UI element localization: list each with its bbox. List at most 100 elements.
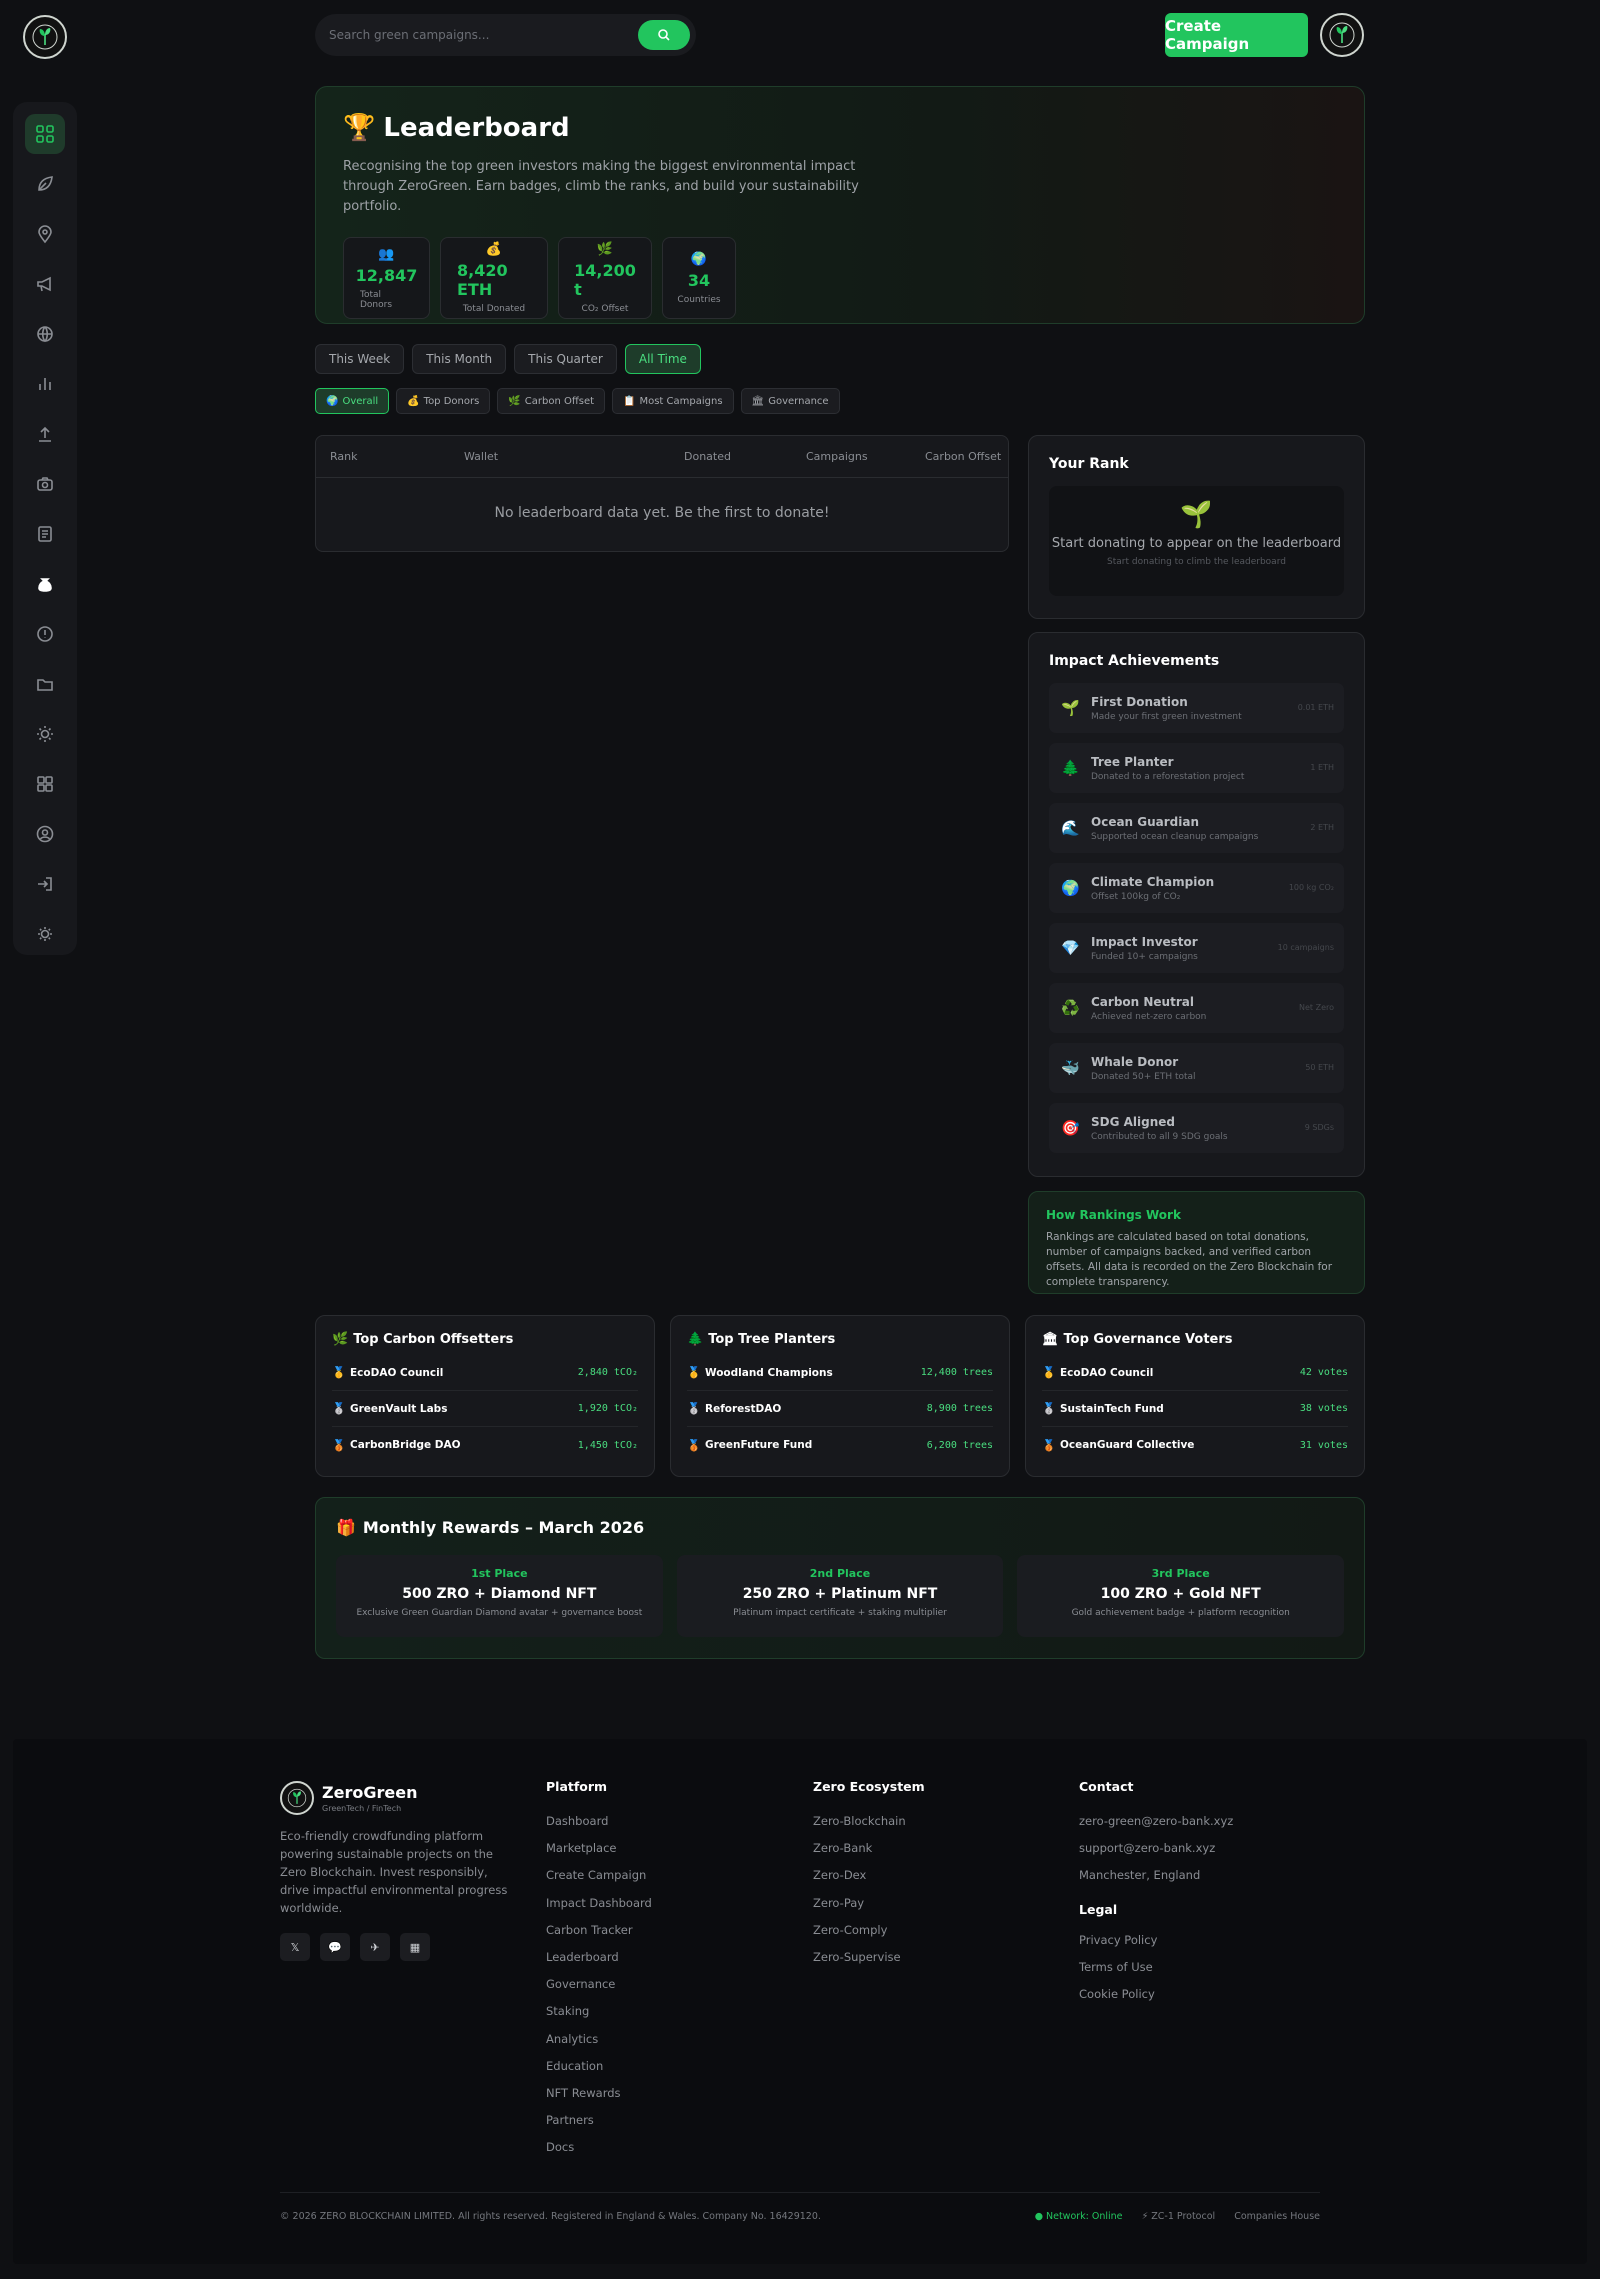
sidebar-item-upload[interactable] [25,414,65,454]
sidebar-item-dashboard[interactable] [25,114,65,154]
grid-icon [36,125,54,143]
footer-link-staking[interactable]: Staking [546,2004,652,2031]
sidebar-item-theme[interactable] [25,914,65,954]
footer-link-cookie-policy[interactable]: Cookie Policy [1079,1987,1233,2014]
footer-link-leaderboard[interactable]: Leaderboard [546,1950,652,1977]
footer-link-privacy-policy[interactable]: Privacy Policy [1079,1933,1233,1960]
list-item[interactable]: 🥉 CarbonBridge DAO 1,450 tCO₂ [332,1427,638,1463]
sidebar-item-apps[interactable] [25,764,65,804]
footer-link-zero-supervise[interactable]: Zero-Supervise [813,1950,925,1977]
achievement-climate-champion[interactable]: 🌍 Climate Champion Offset 100kg of CO₂ 10… [1049,863,1344,913]
table-header: Rank Wallet Donated Campaigns Carbon Off… [316,436,1008,478]
search-button[interactable] [638,20,690,50]
achievement-whale-donor[interactable]: 🐳 Whale Donor Donated 50+ ETH total 50 ET… [1049,1043,1344,1093]
footer-link-support-zero-bank-xyz[interactable]: support@zero-bank.xyz [1079,1841,1233,1868]
x-social-icon[interactable]: 𝕏 [280,1933,310,1961]
list-item[interactable]: 🥈 SustainTech Fund 38 votes [1042,1391,1348,1427]
search-input[interactable] [329,28,638,42]
keyboard-social-icon[interactable]: ▦ [400,1933,430,1961]
list-item[interactable]: 🥉 GreenFuture Fund 6,200 trees [687,1427,993,1463]
seedling-icon: 🌱 [1180,500,1213,530]
avatar[interactable] [1320,13,1364,57]
tab-this-quarter[interactable]: This Quarter [514,344,617,374]
sidebar-item-moneybag[interactable] [25,564,65,604]
list-item[interactable]: 🥉 OceanGuard Collective 31 votes [1042,1427,1348,1463]
sidebar-item-login[interactable] [25,864,65,904]
create-campaign-button[interactable]: Create Campaign [1165,13,1308,57]
tab-this-week[interactable]: This Week [315,344,405,374]
achievement-requirement: 0.01 ETH [1297,703,1334,712]
footer-link-terms-of-use[interactable]: Terms of Use [1079,1960,1233,1987]
footer-link-create-campaign[interactable]: Create Campaign [546,1868,652,1895]
sidebar-item-leaf[interactable] [25,164,65,204]
how-rankings-work: How Rankings Work Rankings are calculate… [1028,1191,1365,1294]
sidebar-item-receipt[interactable] [25,514,65,554]
footer-link-zero-blockchain[interactable]: Zero-Blockchain [813,1814,925,1841]
column-carbon-offset[interactable]: Carbon Offset [925,450,1001,463]
footer-link-dashboard[interactable]: Dashboard [546,1814,652,1841]
leaf-logo-icon [32,24,58,50]
tab-governance[interactable]: 🏛 Governance [740,388,840,414]
footer-link-zero-pay[interactable]: Zero-Pay [813,1896,925,1923]
sidebar-item-profile[interactable] [25,814,65,854]
footer-link-education[interactable]: Education [546,2059,652,2086]
companies-house-link[interactable]: Companies House [1234,2211,1320,2222]
footer-link-nft-rewards[interactable]: NFT Rewards [546,2086,652,2113]
footer-link-analytics[interactable]: Analytics [546,2032,652,2059]
footer-link-impact-dashboard[interactable]: Impact Dashboard [546,1896,652,1923]
achievement-first-donation[interactable]: 🌱 First Donation Made your first green in… [1049,683,1344,733]
tab-most-campaigns[interactable]: 📋 Most Campaigns [612,388,734,414]
column-donated[interactable]: Donated [684,450,731,463]
megaphone-icon [37,276,51,292]
achievement-ocean-guardian[interactable]: 🌊 Ocean Guardian Supported ocean cleanup … [1049,803,1344,853]
hero-description: Recognising the top green investors maki… [343,159,859,214]
footer-logo[interactable] [280,1781,314,1815]
medal-icon: 🥈 [332,1402,346,1415]
footer-link-zero-dex[interactable]: Zero-Dex [813,1868,925,1895]
achievement-impact-investor[interactable]: 💎 Impact Investor Funded 10+ campaigns 10… [1049,923,1344,973]
footer-link-zero-comply[interactable]: Zero-Comply [813,1923,925,1950]
footer-link-docs[interactable]: Docs [546,2140,652,2167]
footer-link-zero-green-zero-bank-xyz[interactable]: zero-green@zero-bank.xyz [1079,1814,1233,1841]
footer-link-zero-bank[interactable]: Zero-Bank [813,1841,925,1868]
list-item[interactable]: 🥈 GreenVault Labs 1,920 tCO₂ [332,1391,638,1427]
sidebar-item-analytics[interactable] [25,364,65,404]
app-logo[interactable] [23,15,67,59]
chat-social-icon[interactable]: 💬 [320,1933,350,1961]
sidebar-item-folder[interactable] [25,664,65,704]
list-item[interactable]: 🥇 EcoDAO Council 2,840 tCO₂ [332,1355,638,1391]
tab-carbon-offset[interactable]: 🌿 Carbon Offset [497,388,606,414]
footer-link-marketplace[interactable]: Marketplace [546,1841,652,1868]
protocol-link[interactable]: ⚡ ZC-1 Protocol [1142,2211,1216,2222]
sidebar-item-info[interactable] [25,614,65,654]
list-item[interactable]: 🥇 EcoDAO Council 42 votes [1042,1355,1348,1391]
tab-this-month[interactable]: This Month [412,344,507,374]
empty-state-message: No leaderboard data yet. Be the first to… [494,505,830,521]
sidebar-item-megaphone[interactable] [25,264,65,304]
tab-all-time[interactable]: All Time [624,344,701,374]
copyright: © 2026 ZERO BLOCKCHAIN LIMITED. All righ… [280,2211,821,2222]
column-rank[interactable]: Rank [330,450,357,463]
achievement-sdg-aligned[interactable]: 🎯 SDG Aligned Contributed to all 9 SDG go… [1049,1103,1344,1153]
folder-icon [37,679,53,691]
footer-link-manchester-england[interactable]: Manchester, England [1079,1868,1233,1895]
footer-link-carbon-tracker[interactable]: Carbon Tracker [546,1923,652,1950]
rank-box: 🌱 Start donating to appear on the leader… [1049,486,1344,596]
column-campaigns[interactable]: Campaigns [806,450,868,463]
achievement-carbon-neutral[interactable]: ♻️ Carbon Neutral Achieved net-zero carbo… [1049,983,1344,1033]
achievement-tree-planter[interactable]: 🌲 Tree Planter Donated to a reforestation… [1049,743,1344,793]
sidebar-item-location[interactable] [25,214,65,254]
list-item[interactable]: 🥇 Woodland Champions 12,400 trees [687,1355,993,1391]
sidebar-item-sun[interactable] [25,714,65,754]
footer-link-governance[interactable]: Governance [546,1977,652,2004]
tab-top-donors[interactable]: 💰 Top Donors [396,388,491,414]
card-title: 🌿 Top Carbon Offsetters [332,1332,514,1347]
column-wallet[interactable]: Wallet [464,450,498,463]
footer-link-partners[interactable]: Partners [546,2113,652,2140]
tab-overall[interactable]: 🌍 Overall [315,388,390,414]
sidebar-item-globe[interactable] [25,314,65,354]
telegram-social-icon[interactable]: ✈ [360,1933,390,1961]
list-item[interactable]: 🥈 ReforestDAO 8,900 trees [687,1391,993,1427]
time-filter-tabs: This Week This Month This Quarter All Ti… [315,344,701,374]
sidebar-item-camera[interactable] [25,464,65,504]
